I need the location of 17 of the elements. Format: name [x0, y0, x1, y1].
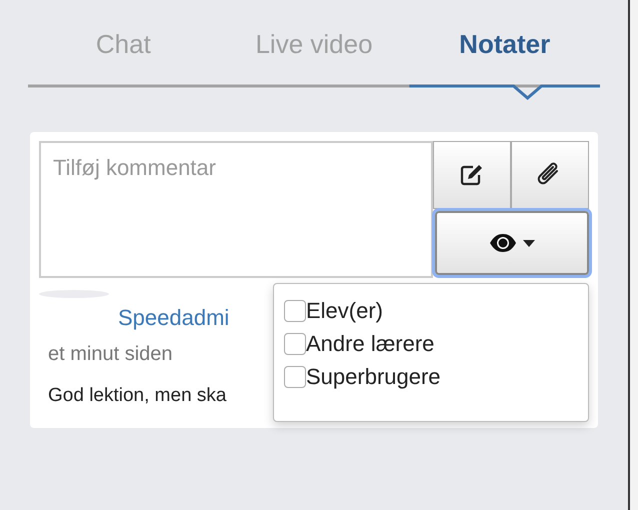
author-link[interactable]: Speedadmi	[118, 305, 230, 331]
edit-icon	[460, 164, 484, 186]
checkbox[interactable]	[284, 366, 306, 388]
visibility-dropdown-button[interactable]	[435, 211, 589, 275]
edit-button[interactable]	[433, 141, 511, 209]
visibility-option[interactable]: Superbrugere	[284, 364, 578, 390]
tab[interactable]: Notater	[409, 26, 600, 62]
checkbox[interactable]	[284, 333, 306, 355]
note-time: et minut siden	[48, 343, 173, 366]
checkbox[interactable]	[284, 300, 306, 322]
eye-icon	[489, 233, 517, 253]
visibility-option[interactable]: Elev(er)	[284, 298, 578, 324]
comment-field[interactable]: Tilføj kommentar	[39, 141, 433, 278]
attach-button[interactable]	[511, 141, 589, 209]
visibility-option[interactable]: Andre lærere	[284, 331, 578, 357]
caret-icon	[523, 240, 535, 246]
note-text: God lektion, men ska	[48, 385, 226, 407]
